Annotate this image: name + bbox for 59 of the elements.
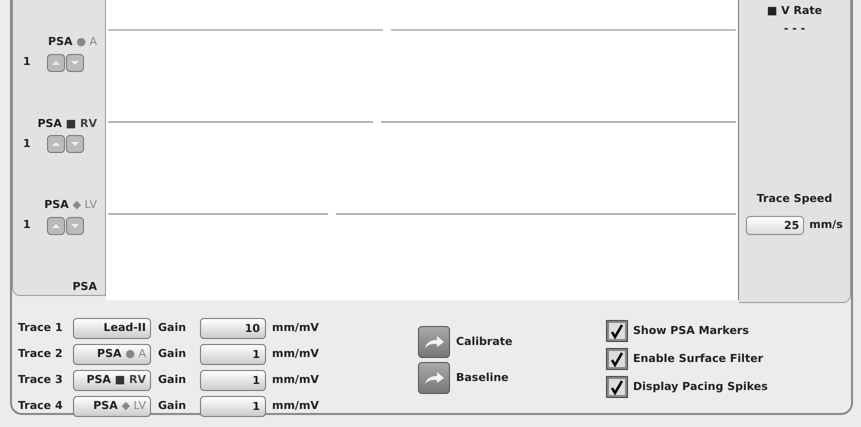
up-arrow-icon <box>51 60 61 66</box>
up-button[interactable] <box>47 135 65 153</box>
trace-source-dropdown[interactable]: Lead-II <box>73 318 151 338</box>
option-label: Show PSA Markers <box>633 322 749 339</box>
trace-label: Trace 3 <box>18 372 64 388</box>
action-button[interactable] <box>418 326 450 358</box>
gain-label: Gain <box>158 320 188 336</box>
checkbox[interactable] <box>606 320 628 342</box>
down-arrow-icon <box>70 222 80 228</box>
curved-arrow-icon <box>423 335 445 349</box>
down-arrow-icon <box>70 141 80 147</box>
rate-label: ■ V Rate <box>766 3 822 19</box>
up-button[interactable] <box>47 54 65 72</box>
channel-value: 1 <box>23 217 32 234</box>
down-button[interactable] <box>66 216 84 234</box>
channel-label: PSA ■ RV <box>36 116 97 132</box>
check-icon <box>609 351 625 367</box>
gain-label: Gain <box>158 398 188 414</box>
option-label: Display Pacing Spikes <box>633 378 768 395</box>
trace-source-dropdown[interactable]: PSA ● A <box>73 344 151 364</box>
gain-label: Gain <box>158 372 188 388</box>
channel-value: 1 <box>23 136 32 152</box>
action-label: Baseline <box>456 370 509 386</box>
check-icon <box>609 323 625 339</box>
gain-field[interactable]: 1 <box>200 370 266 390</box>
option-label: Enable Surface Filter <box>633 350 764 367</box>
gain-field[interactable]: 10 <box>200 318 266 338</box>
up-arrow-icon <box>51 141 61 147</box>
up-arrow-icon <box>51 222 61 228</box>
trace-source-dropdown[interactable]: PSA ■ RV <box>73 370 151 390</box>
down-button[interactable] <box>66 54 84 72</box>
unit-label: mm/s <box>809 216 843 233</box>
trace-label: Trace 4 <box>18 398 64 414</box>
rate-value: - - - <box>784 20 806 36</box>
gain-field[interactable]: 1 <box>200 396 266 416</box>
checkbox[interactable] <box>606 348 628 370</box>
check-icon <box>609 379 625 395</box>
trace-speed-label: Trace Speed <box>756 191 832 207</box>
gain-label: Gain <box>158 346 188 362</box>
trace-speed-field[interactable]: 25 <box>746 216 804 234</box>
down-arrow-icon <box>70 60 80 66</box>
curved-arrow-icon <box>423 371 445 385</box>
unit-label: mm/mV <box>272 320 319 336</box>
panel-label: PSA <box>72 278 97 294</box>
channel-value: 1 <box>23 54 32 70</box>
unit-label: mm/mV <box>272 372 319 388</box>
trace-label: Trace 1 <box>18 320 64 336</box>
down-button[interactable] <box>66 135 84 153</box>
action-button[interactable] <box>418 362 450 394</box>
up-button[interactable] <box>47 216 65 234</box>
unit-label: mm/mV <box>272 346 319 362</box>
unit-label: mm/mV <box>272 398 319 414</box>
action-label: Calibrate <box>456 334 512 350</box>
channel-label: PSA ● A <box>47 34 97 50</box>
trace-label: Trace 2 <box>18 346 64 362</box>
trace-source-dropdown[interactable]: PSA ◆ LV <box>73 396 151 416</box>
checkbox[interactable] <box>606 376 628 398</box>
channel-label: PSA ◆ LV <box>43 197 97 213</box>
gain-field[interactable]: 1 <box>200 344 266 364</box>
